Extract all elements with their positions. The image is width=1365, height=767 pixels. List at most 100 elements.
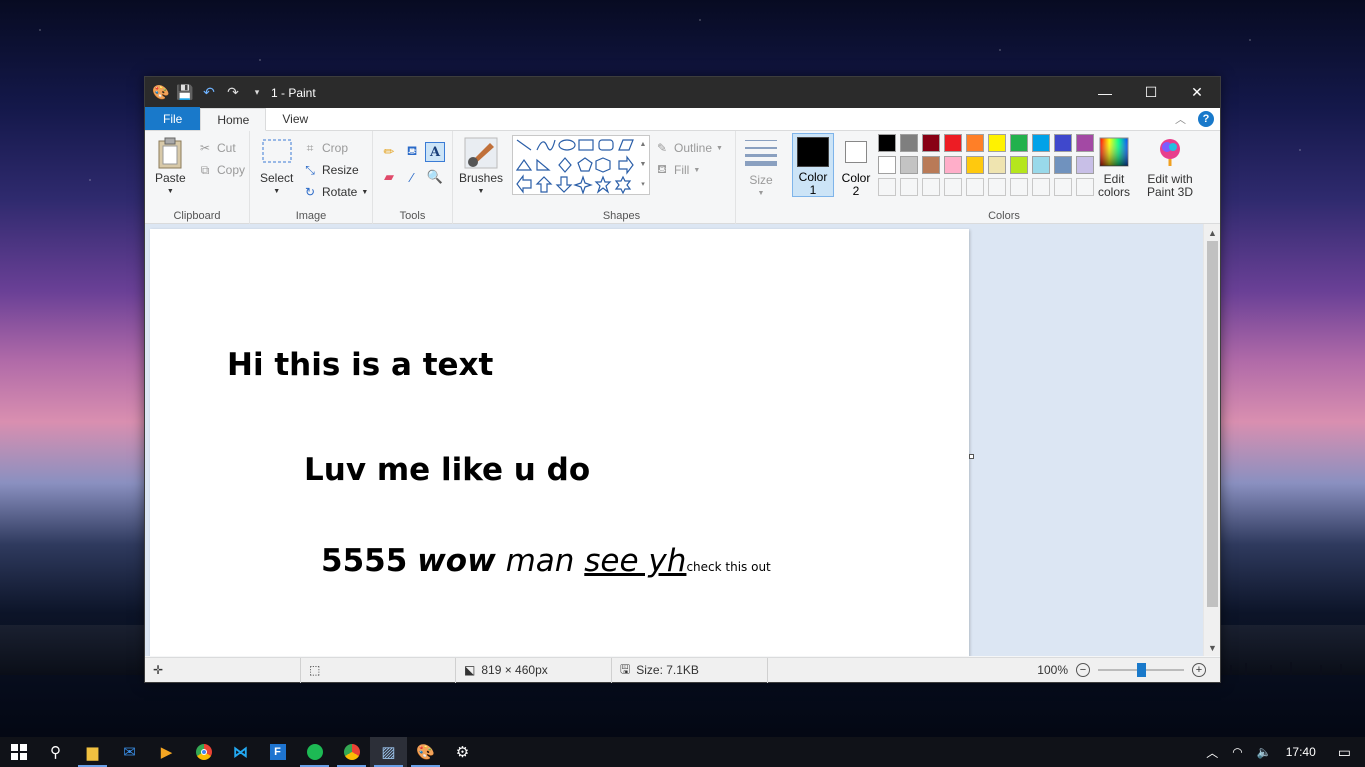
palette-color-swatch[interactable]: [878, 134, 896, 152]
help-icon[interactable]: ?: [1198, 111, 1214, 127]
palette-color-swatch[interactable]: [1010, 134, 1028, 152]
volume-icon[interactable]: 🔈: [1257, 745, 1272, 759]
paste-button[interactable]: Paste ▼: [155, 137, 186, 198]
minimize-button[interactable]: —: [1082, 77, 1128, 108]
shapes-label: Shapes: [602, 210, 641, 222]
custom-color-slot[interactable]: [900, 178, 918, 196]
custom-color-slot[interactable]: [966, 178, 984, 196]
canvas-text-italic: man: [505, 543, 575, 579]
mail-icon[interactable]: ✉: [111, 737, 148, 767]
palette-color-swatch[interactable]: [878, 156, 896, 174]
color-picker-icon[interactable]: ⁄: [402, 167, 422, 187]
palette-color-swatch[interactable]: [1010, 156, 1028, 174]
redo-icon[interactable]: ↷: [225, 84, 241, 101]
text-tool-icon[interactable]: A: [425, 142, 445, 162]
crop-button[interactable]: ⌗ Crop: [302, 140, 348, 156]
notifications-icon[interactable]: ▭: [1338, 744, 1351, 761]
palette-color-swatch[interactable]: [1076, 156, 1094, 174]
start-button[interactable]: [0, 737, 37, 767]
custom-color-slot[interactable]: [1010, 178, 1028, 196]
size-button[interactable]: Size ▼: [745, 137, 777, 200]
zoom-slider-thumb[interactable]: [1137, 663, 1146, 677]
clock[interactable]: 17:40: [1286, 745, 1316, 759]
photos-icon[interactable]: ▨: [370, 737, 407, 767]
palette-color-swatch[interactable]: [900, 134, 918, 152]
palette-color-swatch[interactable]: [922, 134, 940, 152]
custom-color-slot[interactable]: [878, 178, 896, 196]
search-icon[interactable]: ⚲: [37, 737, 74, 767]
drawing-canvas[interactable]: Hi this is a text Luv me like u do 5555 …: [150, 229, 969, 656]
select-button[interactable]: Select ▼: [260, 137, 293, 198]
shapes-scroll[interactable]: ▲ ▼ ▾: [637, 135, 649, 195]
canvas-area: Hi this is a text Luv me like u do 5555 …: [145, 224, 1204, 656]
palette-color-swatch[interactable]: [944, 156, 962, 174]
color2-button[interactable]: Color 2: [836, 133, 876, 197]
color1-swatch: [797, 137, 829, 167]
tab-file[interactable]: File: [145, 107, 201, 130]
custom-color-slot[interactable]: [988, 178, 1006, 196]
shapes-gallery[interactable]: [512, 135, 650, 195]
maximize-button[interactable]: ☐: [1128, 77, 1174, 108]
custom-color-slot[interactable]: [944, 178, 962, 196]
save-icon[interactable]: 💾: [176, 84, 193, 101]
selection-size: ⬚: [301, 657, 456, 683]
zoom-slider[interactable]: [1098, 663, 1184, 677]
cut-button[interactable]: ✂ Cut: [197, 140, 236, 156]
media-player-icon[interactable]: ▶: [148, 737, 185, 767]
outline-button[interactable]: ✎ Outline ▼: [654, 140, 723, 156]
palette-color-swatch[interactable]: [1032, 134, 1050, 152]
customize-quick-access-icon[interactable]: ▾: [249, 85, 265, 101]
wifi-icon[interactable]: ◠: [1232, 745, 1242, 759]
custom-color-slot[interactable]: [1032, 178, 1050, 196]
tab-view[interactable]: View: [266, 107, 324, 130]
custom-color-slot[interactable]: [1054, 178, 1072, 196]
fill-button[interactable]: ⛾ Fill ▼: [654, 162, 700, 178]
vertical-scrollbar[interactable]: ▲ ▼: [1203, 224, 1220, 656]
pencil-icon[interactable]: ✏: [379, 142, 399, 162]
canvas-text-line2: Luv me like u do: [304, 452, 591, 488]
palette-color-swatch[interactable]: [1032, 156, 1050, 174]
close-button[interactable]: ✕: [1174, 77, 1220, 108]
file-explorer-icon[interactable]: ▆: [74, 737, 111, 767]
chevron-up-icon[interactable]: ︿: [1206, 744, 1218, 761]
palette-color-swatch[interactable]: [988, 134, 1006, 152]
tab-home[interactable]: Home: [200, 108, 267, 131]
custom-color-slot[interactable]: [1076, 178, 1094, 196]
palette-color-swatch[interactable]: [1054, 134, 1072, 152]
palette-color-swatch[interactable]: [1054, 156, 1072, 174]
edit-paint3d-button[interactable]: Edit with Paint 3D: [1147, 137, 1193, 199]
scroll-thumb[interactable]: [1207, 241, 1218, 607]
spotify-icon[interactable]: [296, 737, 333, 767]
app-f-icon[interactable]: F: [259, 737, 296, 767]
brushes-button[interactable]: Brushes ▼: [459, 137, 503, 198]
palette-color-swatch[interactable]: [900, 156, 918, 174]
palette-color-swatch[interactable]: [966, 134, 984, 152]
palette-color-swatch[interactable]: [966, 156, 984, 174]
settings-gear-icon[interactable]: ⚙: [444, 737, 481, 767]
eraser-icon[interactable]: ▰: [379, 167, 399, 187]
magnifier-icon[interactable]: 🔍: [425, 167, 445, 187]
copy-button[interactable]: ⧉ Copy: [197, 162, 245, 178]
custom-color-slot[interactable]: [922, 178, 940, 196]
chrome-icon[interactable]: [185, 737, 222, 767]
chrome-window-icon[interactable]: [333, 737, 370, 767]
paste-label: Paste: [155, 171, 186, 185]
paint-taskbar-icon[interactable]: 🎨: [407, 737, 444, 767]
rotate-button[interactable]: ↻ Rotate ▼: [302, 184, 368, 200]
scroll-down-icon[interactable]: ▼: [1204, 639, 1221, 656]
zoom-in-icon[interactable]: +: [1192, 663, 1206, 677]
collapse-ribbon-icon[interactable]: ︿: [1175, 111, 1186, 127]
resize-button[interactable]: ⤡ Resize: [302, 162, 359, 178]
palette-color-swatch[interactable]: [988, 156, 1006, 174]
palette-color-swatch[interactable]: [1076, 134, 1094, 152]
undo-icon[interactable]: ↶: [201, 84, 217, 101]
palette-color-swatch[interactable]: [944, 134, 962, 152]
vscode-icon[interactable]: ⋈: [222, 737, 259, 767]
color1-button[interactable]: Color 1: [792, 133, 834, 197]
canvas-resize-handle[interactable]: [969, 454, 974, 459]
scroll-up-icon[interactable]: ▲: [1204, 224, 1221, 241]
zoom-out-icon[interactable]: −: [1076, 663, 1090, 677]
fill-bucket-icon[interactable]: ⛾: [402, 142, 422, 162]
edit-colors-button[interactable]: Edit colors: [1098, 137, 1130, 199]
palette-color-swatch[interactable]: [922, 156, 940, 174]
